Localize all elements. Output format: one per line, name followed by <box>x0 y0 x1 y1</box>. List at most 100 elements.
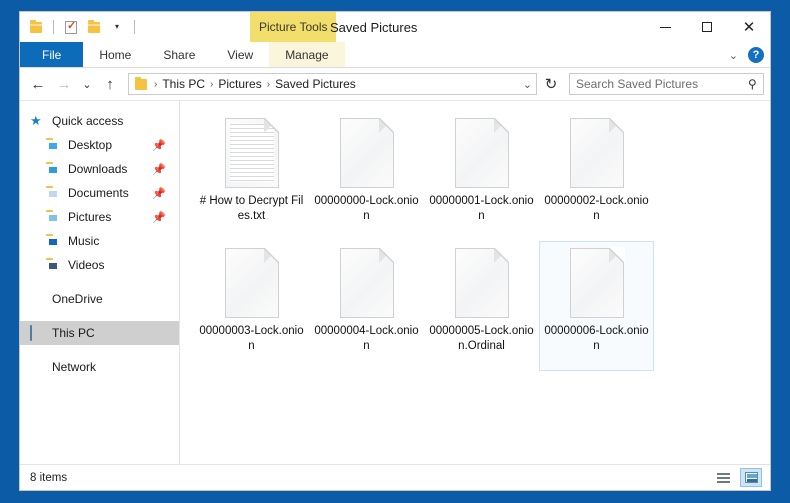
customize-quick-access-caret-icon[interactable]: ▾ <box>107 17 127 37</box>
sidebar-item-label: Videos <box>68 258 105 272</box>
file-item-how-to-decrypt[interactable]: # How to Decrypt Files.txt <box>194 111 309 241</box>
blank-file-icon <box>339 117 395 188</box>
file-item-00000006[interactable]: 00000006-Lock.onion <box>539 241 654 371</box>
sidebar-item-videos[interactable]: Videos <box>20 253 179 277</box>
star-icon: ★ <box>30 113 42 128</box>
sidebar-item-label: Desktop <box>68 138 113 152</box>
folder-desktop-icon <box>46 138 62 152</box>
file-item-00000001[interactable]: 00000001-Lock.onion <box>424 111 539 241</box>
blank-file-icon <box>454 247 510 318</box>
chevron-down-icon[interactable]: ⌄ <box>729 49 738 62</box>
blank-file-icon <box>569 117 625 188</box>
file-explorer-window: ▾ Picture Tools Saved Pictures ✕ File Ho… <box>20 12 770 490</box>
file-grid: # How to Decrypt Files.txt 00000000-Lock… <box>194 111 758 371</box>
file-item-00000003[interactable]: 00000003-Lock.onion <box>194 241 309 371</box>
help-icon[interactable]: ? <box>748 47 764 63</box>
sidebar-item-this-pc[interactable]: This PC <box>20 321 179 345</box>
file-name-label: 00000002-Lock.onion <box>544 195 649 222</box>
folder-downloads-icon <box>46 162 62 176</box>
breadcrumb-item-pictures[interactable]: Pictures <box>218 77 261 91</box>
sidebar-item-quick-access[interactable]: ★ Quick access <box>20 109 179 133</box>
ribbon-tab-bar: File Home Share View Manage ⌄ ? <box>20 42 770 68</box>
text-file-icon <box>224 117 280 188</box>
new-folder-icon[interactable] <box>84 17 104 37</box>
sidebar-item-label: Network <box>52 360 97 374</box>
search-input[interactable]: Search Saved Pictures ⚲ <box>569 73 764 95</box>
sidebar-item-downloads[interactable]: Downloads 📌 <box>20 157 179 181</box>
ribbon-right-controls: ⌄ ? <box>729 42 764 68</box>
sidebar-item-label: Music <box>68 234 100 248</box>
breadcrumb-folder-icon <box>135 76 147 90</box>
breadcrumb-tail-controls: ⌄ <box>523 78 532 91</box>
sidebar-item-label: Quick access <box>52 114 124 128</box>
breadcrumb-item-saved-pictures[interactable]: Saved Pictures <box>275 77 356 91</box>
sidebar-item-label: Pictures <box>68 210 112 224</box>
folder-icon[interactable] <box>26 17 46 37</box>
large-icons-view-icon[interactable] <box>740 468 762 487</box>
pin-icon[interactable]: 📌 <box>152 139 166 152</box>
tab-manage[interactable]: Manage <box>269 42 345 67</box>
search-icon[interactable]: ⚲ <box>748 77 757 91</box>
sidebar-item-label: Downloads <box>68 162 128 176</box>
tab-view[interactable]: View <box>211 42 269 67</box>
pin-icon[interactable]: 📌 <box>152 211 166 224</box>
tab-share[interactable]: Share <box>147 42 211 67</box>
window-body: ★ Quick access Desktop 📌 Downloads 📌 Doc… <box>20 100 770 464</box>
file-item-00000004[interactable]: 00000004-Lock.onion <box>309 241 424 371</box>
up-button[interactable]: ↑ <box>98 72 122 96</box>
folder-videos-icon <box>46 258 62 272</box>
address-history-caret-icon[interactable]: ⌄ <box>523 78 532 91</box>
sidebar-item-desktop[interactable]: Desktop 📌 <box>20 133 179 157</box>
file-item-00000005[interactable]: 00000005-Lock.onion.Ordinal <box>424 241 539 371</box>
address-bar: ← → ⌄ ↑ › This PC › Pictures › Saved Pic… <box>20 68 770 100</box>
file-name-label: 00000005-Lock.onion.Ordinal <box>429 325 534 352</box>
file-name-label: 00000001-Lock.onion <box>429 195 534 222</box>
forward-button: → <box>56 75 72 93</box>
recent-locations-caret-icon[interactable]: ⌄ <box>78 72 96 96</box>
file-name-label: 00000004-Lock.onion <box>314 325 419 352</box>
sidebar-item-onedrive[interactable]: OneDrive <box>20 287 179 311</box>
quick-access-toolbar: ▾ <box>20 17 139 37</box>
file-name-label: 00000000-Lock.onion <box>314 195 419 222</box>
sidebar-item-label: Documents <box>68 186 129 200</box>
properties-icon[interactable] <box>61 17 81 37</box>
pin-icon[interactable]: 📌 <box>152 163 166 176</box>
file-item-00000002[interactable]: 00000002-Lock.onion <box>539 111 654 241</box>
cloud-icon <box>30 292 46 306</box>
file-name-label: # How to Decrypt Files.txt <box>199 195 304 222</box>
title-bar: ▾ Picture Tools Saved Pictures ✕ <box>20 12 770 42</box>
item-count-label: 8 items <box>30 471 68 484</box>
sidebar-item-pictures[interactable]: Pictures 📌 <box>20 205 179 229</box>
toolbar-divider-2 <box>134 20 135 34</box>
sidebar-item-label: This PC <box>52 326 95 340</box>
toolbar-divider <box>53 20 54 34</box>
view-mode-buttons <box>712 468 762 487</box>
status-bar: 8 items <box>20 464 770 490</box>
breadcrumb[interactable]: › This PC › Pictures › Saved Pictures ⌄ <box>128 73 537 95</box>
sidebar-item-label: OneDrive <box>52 292 103 306</box>
sidebar-item-music[interactable]: Music <box>20 229 179 253</box>
pin-icon[interactable]: 📌 <box>152 187 166 200</box>
file-name-label: 00000003-Lock.onion <box>199 325 304 352</box>
breadcrumb-item-this-pc[interactable]: This PC <box>162 77 205 91</box>
maximize-button[interactable] <box>686 12 728 42</box>
navigation-pane: ★ Quick access Desktop 📌 Downloads 📌 Doc… <box>20 101 180 464</box>
computer-icon <box>30 325 46 341</box>
blank-file-icon <box>454 117 510 188</box>
details-view-icon[interactable] <box>712 468 734 487</box>
minimize-button[interactable] <box>644 12 686 42</box>
breadcrumb-separator-0: › <box>154 78 158 90</box>
folder-music-icon <box>46 234 62 248</box>
file-list-pane[interactable]: # How to Decrypt Files.txt 00000000-Lock… <box>180 101 770 464</box>
close-button[interactable]: ✕ <box>728 12 770 42</box>
back-button[interactable]: ← <box>26 72 50 96</box>
breadcrumb-separator-2: › <box>266 78 271 90</box>
refresh-icon[interactable]: ↻ <box>539 72 563 96</box>
breadcrumb-separator-1: › <box>210 78 214 90</box>
tab-home[interactable]: Home <box>83 42 147 67</box>
tab-file[interactable]: File <box>20 42 84 67</box>
file-item-00000000[interactable]: 00000000-Lock.onion <box>309 111 424 241</box>
sidebar-item-network[interactable]: Network <box>20 355 179 379</box>
sidebar-item-documents[interactable]: Documents 📌 <box>20 181 179 205</box>
desktop-background: PCrisk risk.com ▾ Pictu <box>0 0 790 503</box>
